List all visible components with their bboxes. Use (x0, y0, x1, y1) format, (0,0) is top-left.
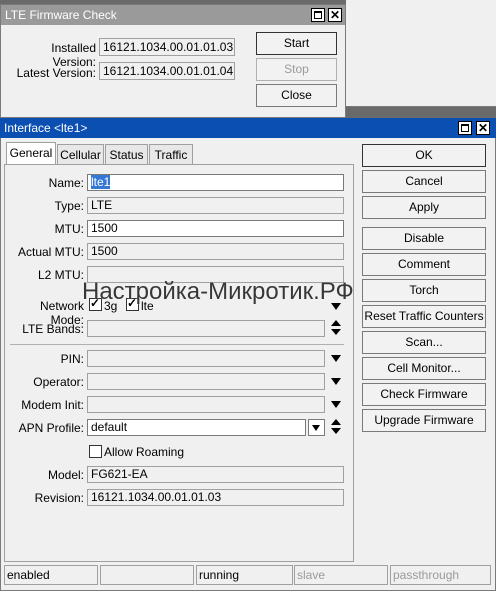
type-field: LTE (87, 197, 344, 214)
tab-general[interactable]: General (6, 142, 56, 164)
pin-field[interactable] (87, 350, 325, 367)
reset-traffic-counters-button[interactable]: Reset Traffic Counters (362, 305, 486, 328)
model-label: Model: (47, 468, 84, 482)
background-window-edge (346, 0, 496, 107)
status-running: running (196, 565, 293, 585)
model-field: FG621-EA (87, 466, 344, 483)
maximize-icon[interactable] (311, 8, 325, 22)
status-enabled: enabled (4, 565, 98, 585)
close-icon[interactable] (476, 120, 490, 136)
actual-mtu-label: Actual MTU: (17, 245, 84, 259)
torch-button[interactable]: Torch (362, 279, 486, 302)
modem-init-dropdown-icon[interactable] (331, 401, 341, 408)
disable-button[interactable]: Disable (362, 227, 486, 250)
installed-version-field: 16121.1034.00.01.01.03 (99, 38, 235, 56)
apply-button[interactable]: Apply (362, 196, 486, 219)
firmware-check-titlebar[interactable]: LTE Firmware Check (1, 5, 345, 25)
operator-label: Operator: (33, 375, 84, 389)
allow-roaming-checkbox[interactable] (89, 445, 102, 458)
cell-monitor-button[interactable]: Cell Monitor... (362, 357, 486, 380)
upgrade-firmware-button[interactable]: Upgrade Firmware (362, 409, 486, 432)
pin-label: PIN: (60, 352, 84, 366)
maximize-icon[interactable] (458, 121, 472, 135)
tab-traffic[interactable]: Traffic (149, 144, 193, 164)
type-label: Type: (54, 199, 84, 213)
pin-dropdown-icon[interactable] (331, 355, 341, 362)
tab-status[interactable]: Status (105, 144, 148, 164)
close-icon[interactable] (328, 7, 342, 23)
revision-field: 16121.1034.00.01.01.03 (87, 489, 344, 506)
status-slave: slave (294, 565, 388, 585)
name-value: lte1 (91, 175, 111, 189)
interface-window-content: Interface <lte1> General Cellular Status… (0, 118, 496, 591)
interface-titlebar[interactable]: Interface <lte1> (0, 118, 496, 138)
name-input[interactable]: lte1 (87, 174, 344, 191)
mtu-input[interactable]: 1500 (87, 220, 344, 237)
separator (10, 344, 344, 345)
firmware-check-title: LTE Firmware Check (5, 8, 117, 22)
modem-init-label: Modem Init: (21, 398, 84, 412)
status-cell-2 (100, 565, 194, 585)
apn-profile-select[interactable]: default (87, 419, 306, 436)
apn-profile-label: APN Profile: (18, 421, 84, 435)
watermark: Настройка-Микротик.РФ (82, 278, 354, 305)
l2-mtu-label: L2 MTU: (37, 268, 84, 282)
check-firmware-button[interactable]: Check Firmware (362, 383, 486, 406)
scan-button[interactable]: Scan... (362, 331, 486, 354)
latest-version-label: Latest Version: (16, 66, 96, 80)
revision-label: Revision: (34, 491, 84, 505)
lte-firmware-check-window: LTE Firmware Check Installed Version: 16… (0, 4, 346, 118)
lte-bands-field[interactable] (87, 320, 325, 337)
actual-mtu-field: 1500 (87, 243, 344, 260)
apn-profile-select-button[interactable] (308, 419, 325, 436)
modem-init-field[interactable] (87, 396, 325, 413)
start-button[interactable]: Start (256, 32, 337, 55)
status-passthrough: passthrough (390, 565, 491, 585)
cancel-button[interactable]: Cancel (362, 170, 486, 193)
lte-bands-spinner-icon[interactable] (331, 320, 341, 337)
comment-button[interactable]: Comment (362, 253, 486, 276)
interface-title: Interface <lte1> (4, 121, 88, 135)
operator-field[interactable] (87, 373, 325, 390)
installed-version-label: Installed Version: (51, 41, 96, 69)
operator-dropdown-icon[interactable] (331, 378, 341, 385)
tab-cellular[interactable]: Cellular (57, 144, 104, 164)
close-button[interactable]: Close (256, 84, 337, 107)
lte-bands-label: LTE Bands: (22, 322, 84, 336)
chevron-down-icon (312, 425, 320, 431)
mtu-label: MTU: (54, 222, 84, 236)
latest-version-field: 16121.1034.00.01.01.04 (99, 62, 235, 80)
apn-profile-spinner-icon[interactable] (331, 419, 341, 436)
stop-button[interactable]: Stop (256, 58, 337, 81)
ok-button[interactable]: OK (362, 144, 486, 167)
allow-roaming-label: Allow Roaming (104, 445, 185, 459)
name-label: Name: (48, 176, 84, 190)
